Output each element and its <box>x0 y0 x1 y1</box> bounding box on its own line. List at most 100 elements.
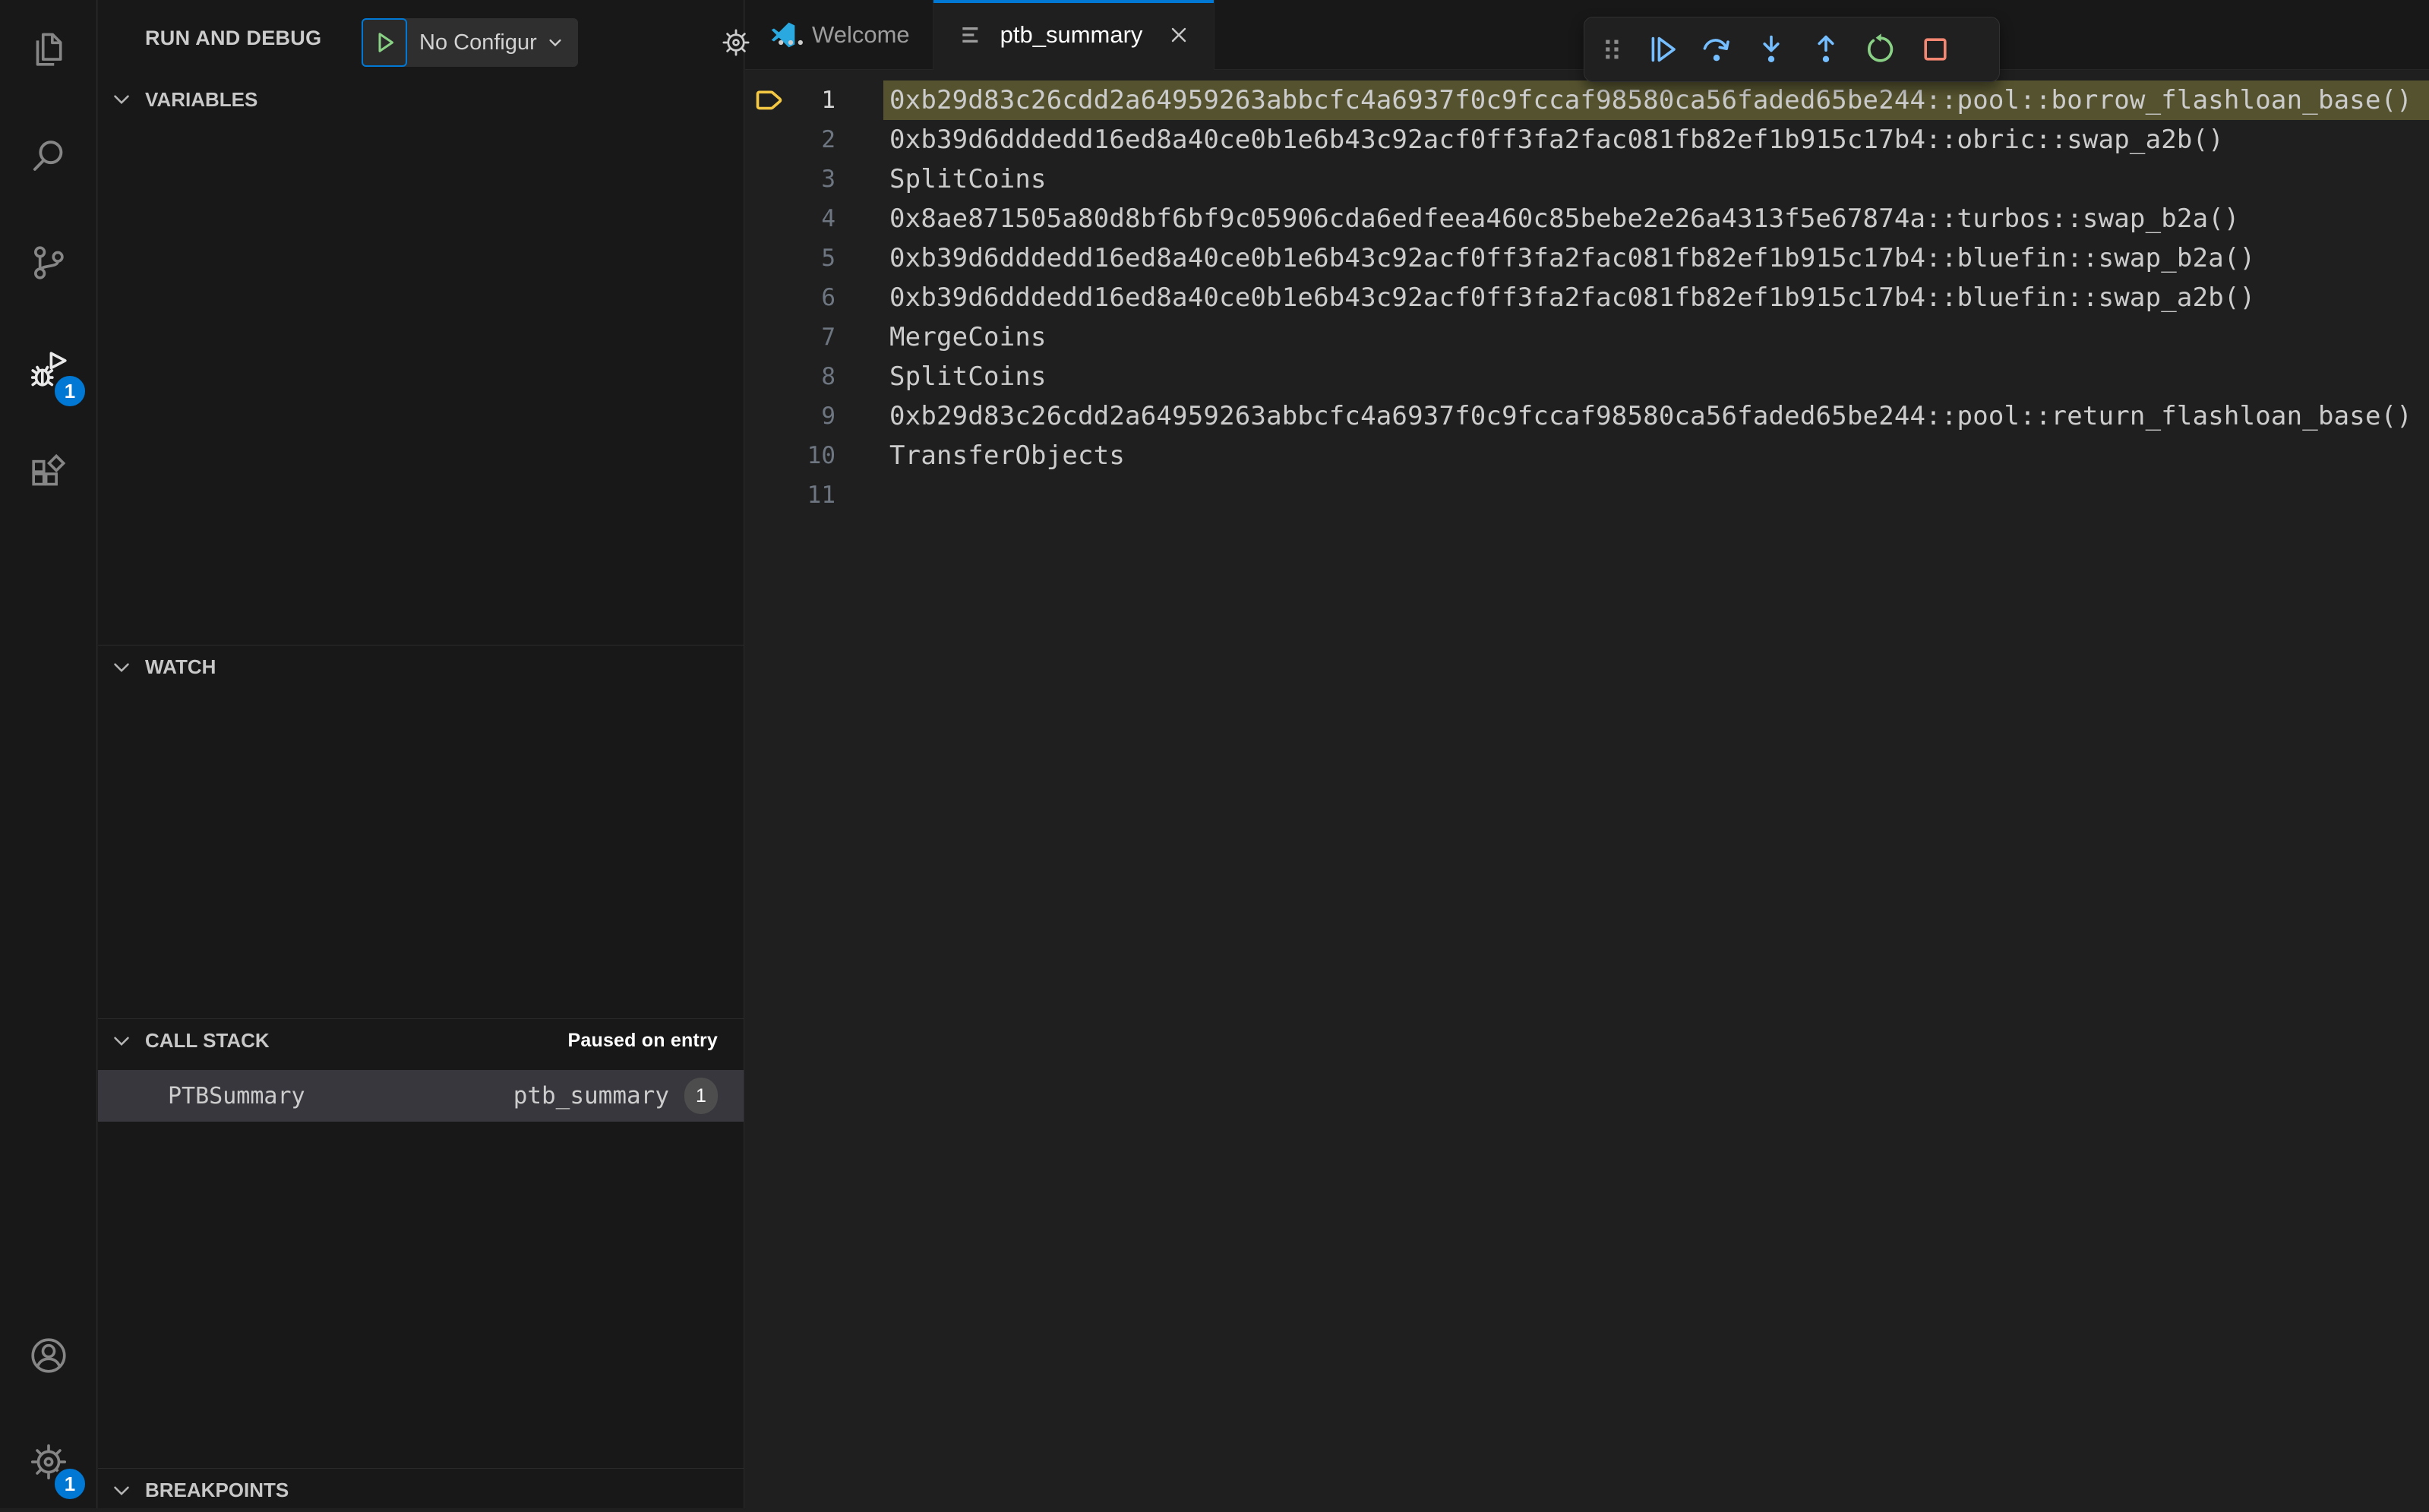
section-header-call-stack[interactable]: CALL STACK Paused on entry <box>98 1018 744 1062</box>
editor-group: Welcome ptb_summary 1 0xb29d83c26cdd2a649… <box>745 0 2429 1508</box>
section-header-variables[interactable]: VARIABLES <box>98 77 744 122</box>
gutter[interactable]: 10 <box>745 436 883 475</box>
chevron-down-icon <box>114 1485 129 1495</box>
line-number: 2 <box>821 126 835 153</box>
sidebar-title: RUN AND DEBUG <box>145 26 322 49</box>
activity-item-run-debug[interactable]: 1 <box>0 325 96 416</box>
debug-stackframe-pointer-icon <box>753 83 788 118</box>
code-line[interactable]: 2 0xb39d6dddedd16ed8a40ce0b1e6b43c92acf0f… <box>745 120 2429 159</box>
frame-file: ptb_summary <box>513 1082 669 1110</box>
source-control-icon <box>27 241 71 289</box>
activity-item-explorer[interactable] <box>0 6 96 97</box>
code-text[interactable]: 0xb29d83c26cdd2a64959263abbcfc4a6937f0c9… <box>883 80 2429 120</box>
section-header-watch[interactable]: WATCH <box>98 645 744 689</box>
code-line[interactable]: 8 SplitCoins <box>745 357 2429 396</box>
code-text[interactable]: SplitCoins <box>883 357 2429 396</box>
frame-line-badge: 1 <box>684 1078 718 1114</box>
line-number: 4 <box>821 205 835 232</box>
stop-button[interactable] <box>1908 21 1963 77</box>
step-into-button[interactable] <box>1744 21 1799 77</box>
call-stack-frame-row[interactable]: PTBSummary ptb_summary 1 <box>98 1070 744 1122</box>
tab-ptb-summary[interactable]: ptb_summary <box>933 0 1215 70</box>
section-header-breakpoints[interactable]: BREAKPOINTS <box>98 1468 744 1512</box>
chevron-down-icon <box>549 39 561 47</box>
step-out-icon <box>1818 35 1834 62</box>
code-text[interactable]: 0xb29d83c26cdd2a64959263abbcfc4a6937f0c9… <box>883 396 2429 436</box>
chevron-down-icon <box>114 1036 129 1046</box>
gripper-icon <box>1606 39 1619 59</box>
debug-badge: 1 <box>52 374 87 409</box>
start-debug-button[interactable] <box>362 18 407 67</box>
code-line[interactable]: 4 0x8ae871505a80d8bf6bf9c05906cda6edfeea4… <box>745 199 2429 238</box>
code-editor[interactable]: 1 0xb29d83c26cdd2a64959263abbcfc4a6937f0c… <box>745 71 2429 1508</box>
step-over-button[interactable] <box>1689 21 1744 77</box>
code-text[interactable]: MergeCoins <box>883 317 2429 357</box>
more-actions-button[interactable] <box>769 18 812 67</box>
activity-item-extensions[interactable] <box>0 431 96 522</box>
line-number: 11 <box>807 481 835 509</box>
code-text[interactable]: 0xb39d6dddedd16ed8a40ce0b1e6b43c92acf0ff… <box>883 278 2429 317</box>
code-text[interactable]: SplitCoins <box>883 159 2429 199</box>
restart-button[interactable] <box>1853 21 1908 77</box>
activity-item-search[interactable] <box>0 112 96 204</box>
line-number: 8 <box>821 363 835 390</box>
code-text[interactable] <box>883 475 2429 515</box>
chevron-down-icon <box>114 95 129 105</box>
code-line[interactable]: 9 0xb29d83c26cdd2a64959263abbcfc4a6937f0c… <box>745 396 2429 436</box>
line-number: 9 <box>821 402 835 430</box>
code-text[interactable]: 0x8ae871505a80d8bf6bf9c05906cda6edfeea46… <box>883 199 2429 238</box>
config-dropdown-label: No Configur <box>419 30 537 55</box>
code-line[interactable]: 7 MergeCoins <box>745 317 2429 357</box>
config-dropdown[interactable]: No Configur <box>407 18 578 67</box>
debug-settings-gear-button[interactable] <box>715 18 757 67</box>
gutter[interactable]: 2 <box>745 120 883 159</box>
section-label: CALL STACK <box>145 1029 270 1052</box>
code-text[interactable]: 0xb39d6dddedd16ed8a40ce0b1e6b43c92acf0ff… <box>883 120 2429 159</box>
settings-badge: 1 <box>52 1466 87 1501</box>
search-icon <box>27 134 71 182</box>
gutter[interactable]: 7 <box>745 317 883 357</box>
gutter[interactable]: 8 <box>745 357 883 396</box>
play-icon <box>378 33 393 52</box>
frame-location: ptb_summary 1 <box>513 1078 718 1114</box>
code-text[interactable]: 0xb39d6dddedd16ed8a40ce0b1e6b43c92acf0ff… <box>883 238 2429 278</box>
code-line[interactable]: 3 SplitCoins <box>745 159 2429 199</box>
debug-config-combo: No Configur <box>362 18 578 67</box>
gutter[interactable]: 11 <box>745 475 883 515</box>
tab-label: ptb_summary <box>1000 21 1143 48</box>
tab-label: Welcome <box>812 21 910 48</box>
activity-item-source-control[interactable] <box>0 219 96 310</box>
files-icon <box>27 28 71 76</box>
gutter[interactable]: 9 <box>745 396 883 436</box>
gutter[interactable]: 3 <box>745 159 883 199</box>
close-tab-button[interactable] <box>1167 23 1191 47</box>
line-number: 10 <box>807 442 835 469</box>
debug-status-text: Paused on entry <box>567 1030 718 1051</box>
activity-item-accounts[interactable] <box>0 1312 96 1403</box>
code-line[interactable]: 1 0xb29d83c26cdd2a64959263abbcfc4a6937f0c… <box>745 80 2429 120</box>
code-line[interactable]: 5 0xb39d6dddedd16ed8a40ce0b1e6b43c92acf0f… <box>745 238 2429 278</box>
line-number: 1 <box>821 87 835 114</box>
step-out-button[interactable] <box>1799 21 1853 77</box>
file-list-icon <box>962 27 978 43</box>
chevron-down-icon <box>114 662 129 672</box>
code-line[interactable]: 10 TransferObjects <box>745 436 2429 475</box>
gutter[interactable]: 5 <box>745 238 883 278</box>
line-number: 3 <box>821 166 835 193</box>
gutter[interactable]: 1 <box>745 80 883 120</box>
section-label: BREAKPOINTS <box>145 1479 289 1501</box>
step-over-icon <box>1703 39 1729 62</box>
section-label: VARIABLES <box>145 87 258 111</box>
activity-item-settings[interactable]: 1 <box>0 1418 96 1509</box>
section-label: WATCH <box>145 655 216 678</box>
run-debug-sidebar: RUN AND DEBUG No Configur VARIABLES WATC… <box>98 0 803 1508</box>
code-line[interactable]: 6 0xb39d6dddedd16ed8a40ce0b1e6b43c92acf0f… <box>745 278 2429 317</box>
code-text[interactable]: TransferObjects <box>883 436 2429 475</box>
gutter[interactable]: 6 <box>745 278 883 317</box>
continue-button[interactable] <box>1635 21 1689 77</box>
gear-icon <box>722 29 750 56</box>
code-line[interactable]: 11 <box>745 475 2429 515</box>
toolbar-drag-handle[interactable] <box>1590 21 1635 77</box>
gutter[interactable]: 4 <box>745 199 883 238</box>
sidebar-header: RUN AND DEBUG No Configur <box>98 0 803 76</box>
